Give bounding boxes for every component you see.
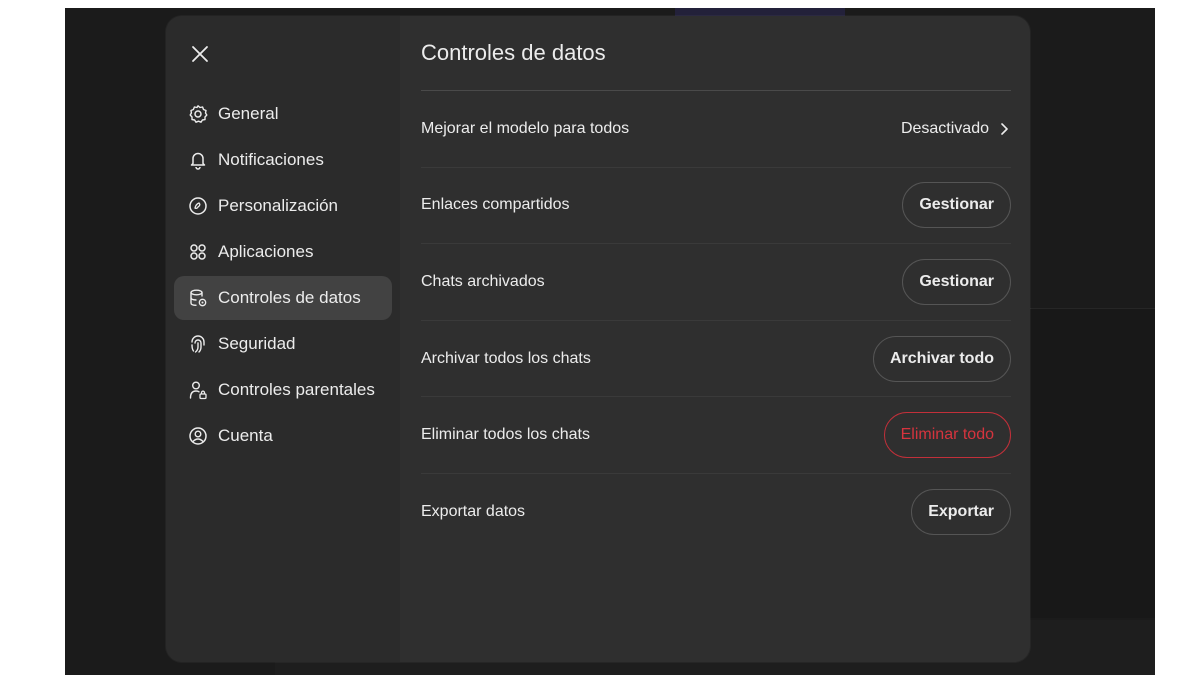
backdrop-panel — [1030, 308, 1155, 618]
backdrop-glow — [675, 8, 845, 16]
setting-label: Mejorar el modelo para todos — [421, 119, 630, 137]
settings-list: Mejorar el modelo para todos Desactivado… — [421, 91, 1011, 551]
settings-modal: General Notificaciones Personalización A… — [166, 16, 1030, 662]
setting-row-delete-all: Eliminar todos los chats Eliminar todo — [421, 397, 1011, 474]
sidebar-item-label: Aplicaciones — [218, 242, 314, 261]
page-title: Controles de datos — [421, 40, 606, 65]
chevron-right-icon — [1001, 122, 1008, 135]
sidebar-item-parental-controls[interactable]: Controles parentales — [174, 368, 392, 412]
setting-label: Enlaces compartidos — [421, 196, 570, 214]
sidebar-item-account[interactable]: Cuenta — [174, 414, 392, 458]
sidebar-item-label: Controles de datos — [218, 288, 361, 307]
improve-model-dropdown[interactable]: Desactivado — [901, 120, 1011, 138]
personalization-icon — [188, 196, 208, 216]
manage-archived-chats-button[interactable]: Gestionar — [902, 258, 1011, 305]
gear-icon — [188, 104, 208, 124]
improve-model-value: Desactivado — [900, 119, 989, 137]
sidebar-item-label: Seguridad — [218, 334, 296, 353]
setting-label: Exportar datos — [421, 503, 526, 521]
setting-label: Chats archivados — [421, 272, 545, 290]
archive-all-button[interactable]: Archivar todo — [872, 335, 1011, 382]
sidebar-item-label: Cuenta — [218, 426, 273, 445]
sidebar-item-label: Personalización — [218, 196, 339, 215]
setting-label: Eliminar todos los chats — [421, 426, 590, 444]
settings-nav: General Notificaciones Personalización A… — [174, 92, 392, 460]
sidebar-item-apps[interactable]: Aplicaciones — [174, 230, 392, 274]
setting-row-export: Exportar datos Exportar — [421, 474, 1011, 551]
sidebar-item-general[interactable]: General — [174, 92, 392, 136]
database-settings-icon — [188, 288, 208, 308]
export-data-button[interactable]: Exportar — [911, 489, 1011, 536]
sidebar-item-label: General — [218, 104, 279, 123]
setting-row-archived-chats: Chats archivados Gestionar — [421, 244, 1011, 321]
setting-row-shared-links: Enlaces compartidos Gestionar — [421, 168, 1011, 245]
bell-icon — [188, 150, 208, 170]
sidebar-item-label: Controles parentales — [218, 380, 375, 399]
close-button[interactable] — [188, 42, 212, 66]
settings-content: Controles de datos Mejorar el modelo par… — [421, 16, 1011, 662]
parental-user-icon — [188, 380, 208, 400]
setting-row-improve-model: Mejorar el modelo para todos Desactivado — [421, 91, 1011, 168]
setting-label: Archivar todos los chats — [421, 349, 591, 367]
apps-grid-icon — [188, 242, 208, 262]
sidebar-item-personalization[interactable]: Personalización — [174, 184, 392, 228]
sidebar-item-label: Notificaciones — [218, 150, 324, 169]
sidebar-item-data-controls[interactable]: Controles de datos — [174, 276, 392, 320]
delete-all-button[interactable]: Eliminar todo — [883, 412, 1011, 459]
sidebar-item-notifications[interactable]: Notificaciones — [174, 138, 392, 182]
manage-shared-links-button[interactable]: Gestionar — [902, 182, 1011, 229]
close-icon — [192, 46, 208, 62]
account-circle-icon — [188, 426, 208, 446]
sidebar-item-security[interactable]: Seguridad — [174, 322, 392, 366]
fingerprint-icon — [188, 334, 208, 354]
setting-row-archive-all: Archivar todos los chats Archivar todo — [421, 321, 1011, 398]
